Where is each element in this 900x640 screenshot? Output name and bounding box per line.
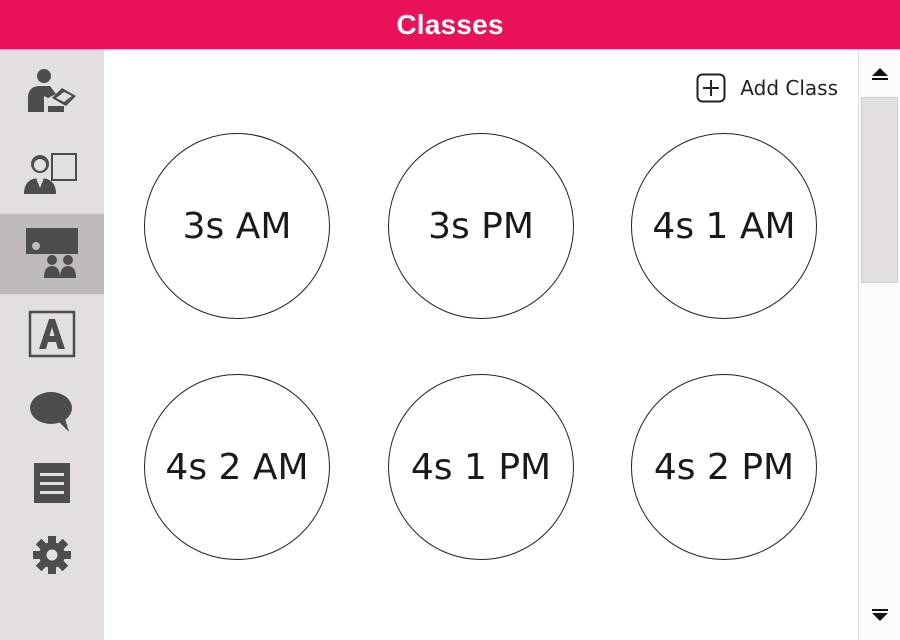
scroll-up-button[interactable] <box>859 53 900 93</box>
class-name: 3s PM <box>428 205 534 247</box>
sidebar-item-classes[interactable] <box>0 213 104 295</box>
arrow-up-icon <box>871 68 888 80</box>
page-title-bar: Classes <box>0 0 900 49</box>
class-name: 3s AM <box>182 205 292 247</box>
gear-icon <box>33 536 71 574</box>
class-circle[interactable]: 4s 2 PM <box>631 374 817 560</box>
class-name: 4s 2 AM <box>165 446 309 488</box>
sidebar-item-letters[interactable] <box>0 294 104 374</box>
sidebar-item-teachers[interactable] <box>0 133 104 213</box>
class-circle[interactable]: 4s 1 PM <box>388 374 574 560</box>
arrow-down-icon <box>871 609 888 621</box>
page-title: Classes <box>396 8 504 40</box>
list-icon <box>34 463 70 503</box>
class-circle[interactable]: 4s 1 AM <box>631 133 817 319</box>
letter-a-icon <box>28 310 76 358</box>
class-circle[interactable]: 3s PM <box>388 133 574 319</box>
classes-panel: Add Class 3s AM 3s PM 4s 1 AM 4s 2 AM 4s… <box>104 49 858 640</box>
sidebar-item-list[interactable] <box>0 443 104 523</box>
scroll-down-button[interactable] <box>859 596 900 636</box>
class-circle[interactable]: 4s 2 AM <box>144 374 330 560</box>
classroom-icon <box>26 228 78 278</box>
class-circle[interactable]: 3s AM <box>144 133 330 319</box>
speech-bubble-icon <box>30 392 72 432</box>
plus-box-icon <box>696 73 726 103</box>
sidebar-item-messages[interactable] <box>0 372 104 452</box>
sidebar <box>0 49 104 640</box>
scroll-thumb[interactable] <box>861 97 898 283</box>
add-class-label: Add Class <box>740 76 838 100</box>
teacher-reading-icon <box>28 69 76 112</box>
class-name: 4s 1 PM <box>410 446 552 488</box>
sidebar-item-settings[interactable] <box>0 515 104 595</box>
sidebar-item-teacher-reading[interactable] <box>0 53 104 133</box>
vertical-scrollbar[interactable] <box>858 49 900 640</box>
teacher-board-icon <box>24 153 77 194</box>
class-name: 4s 1 AM <box>652 205 796 247</box>
add-class-button[interactable]: Add Class <box>696 73 838 103</box>
class-name: 4s 2 PM <box>653 446 795 488</box>
